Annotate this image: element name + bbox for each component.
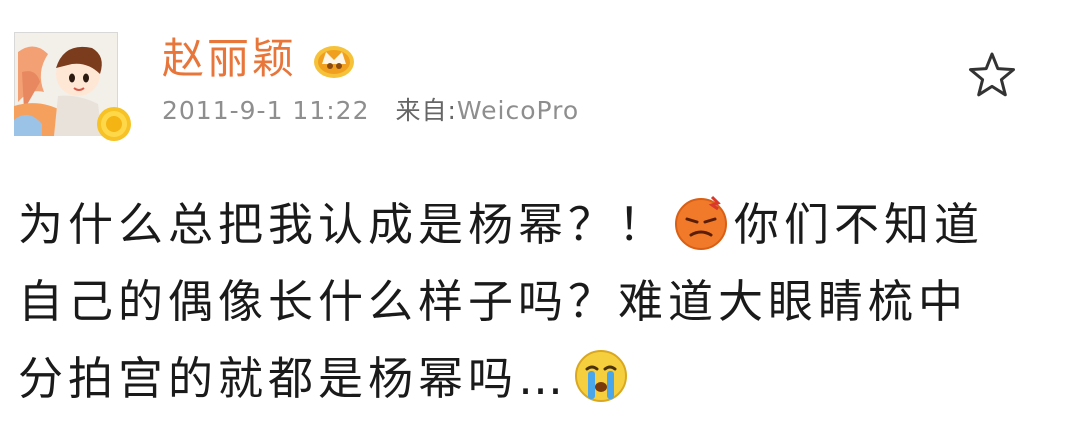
post-timestamp[interactable]: 2011-9-1 11:22 — [162, 96, 369, 125]
source-prefix: 来自: — [395, 96, 457, 125]
content-text: 为什么总把我认成是杨幂？！ — [18, 198, 669, 251]
post-meta: 2011-9-1 11:22 来自:WeicoPro — [162, 94, 579, 128]
content-line-1: 为什么总把我认成是杨幂？！ 你们不知道 — [18, 186, 1068, 263]
weibo-post-card: 赵丽颖 2011-9-1 11:22 来自:WeicoPro 为什么总把我认成是杨… — [0, 0, 1080, 428]
content-text: 自己的偶像长什么样子吗？难道大眼睛梳中 — [18, 275, 969, 328]
content-text: 分拍宫的就都是杨幂吗… — [18, 352, 569, 405]
post-content: 为什么总把我认成是杨幂？！ 你们不知道 自己的偶像长什么样子吗？难道大眼睛梳中 … — [18, 186, 1068, 417]
content-text: 你们不知道 — [734, 198, 985, 251]
content-line-2: 自己的偶像长什么样子吗？难道大眼睛梳中 — [18, 263, 1068, 340]
member-crown-icon[interactable] — [312, 40, 356, 80]
vip-badge-icon — [96, 106, 132, 142]
favorite-button[interactable] — [966, 50, 1018, 100]
star-icon — [969, 52, 1015, 97]
crying-face-emoji-icon — [572, 347, 630, 405]
content-line-3: 分拍宫的就都是杨幂吗… — [18, 340, 1068, 417]
source-app-link[interactable]: WeicoPro — [457, 96, 579, 125]
angry-face-emoji-icon — [672, 193, 730, 251]
author-name[interactable]: 赵丽颖 — [162, 34, 297, 84]
